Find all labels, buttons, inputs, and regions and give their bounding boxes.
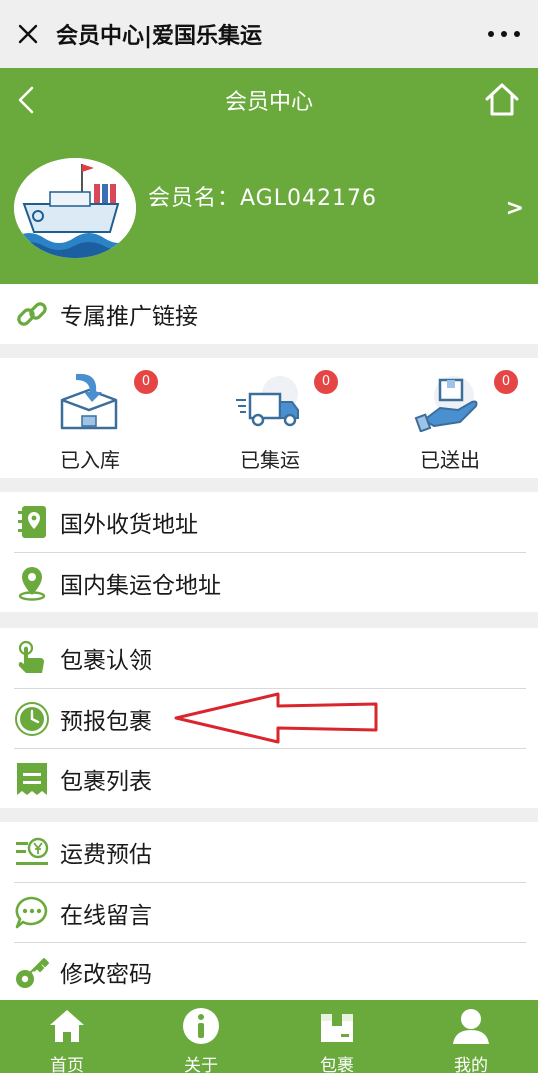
promo-link-row[interactable]: 专属推广链接 — [0, 284, 538, 344]
window-titlebar: 会员中心|爱国乐集运 — [0, 0, 538, 68]
list-item[interactable]: 包裹列表 — [0, 749, 538, 808]
list-item[interactable]: 在线留言 — [0, 883, 538, 942]
ship-avatar-icon — [14, 158, 136, 258]
profile-header[interactable]: 会员名：AGL042176 > — [0, 132, 538, 284]
list-item[interactable]: 国外收货地址 — [0, 492, 538, 552]
close-button[interactable] — [0, 0, 56, 68]
window-title: 会员中心|爱国乐集运 — [56, 24, 263, 49]
tab-label: 关于 — [184, 1056, 218, 1073]
red-arrow-annotation — [174, 692, 378, 744]
profile-arrow-icon[interactable]: > — [506, 196, 524, 221]
stat-received[interactable]: 0 已入库 — [30, 370, 170, 472]
nav-bar: 会员中心 — [0, 68, 538, 132]
avatar — [14, 158, 136, 258]
list-item[interactable]: 包裹认领 — [0, 628, 538, 688]
page-title: 会员中心 — [224, 90, 313, 115]
menu-item-label: 国外收货地址 — [60, 512, 198, 538]
tab-label: 包裹 — [320, 1056, 354, 1073]
address-menu-group: 国外收货地址 国内集运仓地址 — [0, 492, 538, 612]
info-icon — [183, 1008, 219, 1044]
chat-bubble-icon — [15, 896, 48, 928]
username-label: 会员名：AGL042176 — [148, 186, 377, 211]
delivery-truck-icon — [236, 376, 299, 427]
link-icon — [17, 302, 47, 326]
home-icon[interactable] — [482, 80, 522, 120]
list-item[interactable]: 国内集运仓地址 — [0, 553, 538, 612]
hand-package-icon — [414, 376, 478, 432]
address-book-pin-icon — [18, 506, 46, 538]
menu-item-label: 包裹列表 — [60, 768, 152, 795]
service-menu-group: 运费预估 在线留言 修改密码 — [0, 822, 538, 1000]
stat-shipped-label: 已集运 — [240, 448, 300, 472]
stat-shipped[interactable]: 0 已集运 — [210, 370, 350, 472]
promo-link-label: 专属推广链接 — [60, 304, 198, 330]
menu-item-label: 修改密码 — [60, 961, 152, 988]
tab-profile[interactable]: 我的 — [404, 1000, 538, 1073]
tab-label: 首页 — [50, 1056, 84, 1073]
tab-about[interactable]: 关于 — [134, 1000, 268, 1073]
list-receipt-icon — [17, 762, 47, 795]
back-icon[interactable] — [8, 80, 48, 120]
stat-delivered-label: 已送出 — [420, 448, 480, 472]
more-options-button[interactable] — [488, 22, 520, 46]
menu-item-label: 包裹认领 — [60, 648, 152, 674]
stat-delivered[interactable]: 0 已送出 — [390, 370, 530, 472]
tab-label: 我的 — [454, 1056, 488, 1073]
close-icon — [18, 24, 38, 44]
stat-received-label: 已入库 — [60, 448, 120, 472]
stat-received-badge: 0 — [134, 370, 158, 394]
package-icon — [321, 1014, 353, 1042]
map-pin-icon — [18, 566, 46, 601]
menu-item-label: 运费预估 — [60, 842, 152, 868]
more-dot-icon — [488, 31, 494, 37]
warehouse-box-icon — [60, 373, 118, 430]
clock-icon — [15, 701, 49, 736]
home-icon — [50, 1010, 84, 1042]
menu-item-label: 在线留言 — [60, 902, 152, 929]
tab-package[interactable]: 包裹 — [270, 1000, 404, 1073]
bottom-tab-bar: 首页 关于 包裹 我的 — [0, 1000, 538, 1073]
hand-pointer-icon — [18, 640, 44, 673]
package-stats: 0 已入库 0 已集运 0 已送出 — [0, 358, 538, 478]
menu-item-label: 预报包裹 — [60, 708, 152, 735]
list-item[interactable]: 运费预估 — [0, 822, 538, 882]
user-icon — [453, 1009, 489, 1044]
stat-shipped-badge: 0 — [314, 370, 338, 394]
menu-item-label: 国内集运仓地址 — [60, 572, 221, 599]
list-item[interactable]: 修改密码 — [0, 943, 538, 1000]
key-icon — [16, 957, 49, 988]
more-dot-icon — [514, 31, 520, 37]
tab-home[interactable]: 首页 — [0, 1000, 134, 1073]
more-dot-icon — [501, 31, 507, 37]
stat-delivered-badge: 0 — [494, 370, 518, 394]
yen-estimate-icon — [16, 837, 49, 865]
